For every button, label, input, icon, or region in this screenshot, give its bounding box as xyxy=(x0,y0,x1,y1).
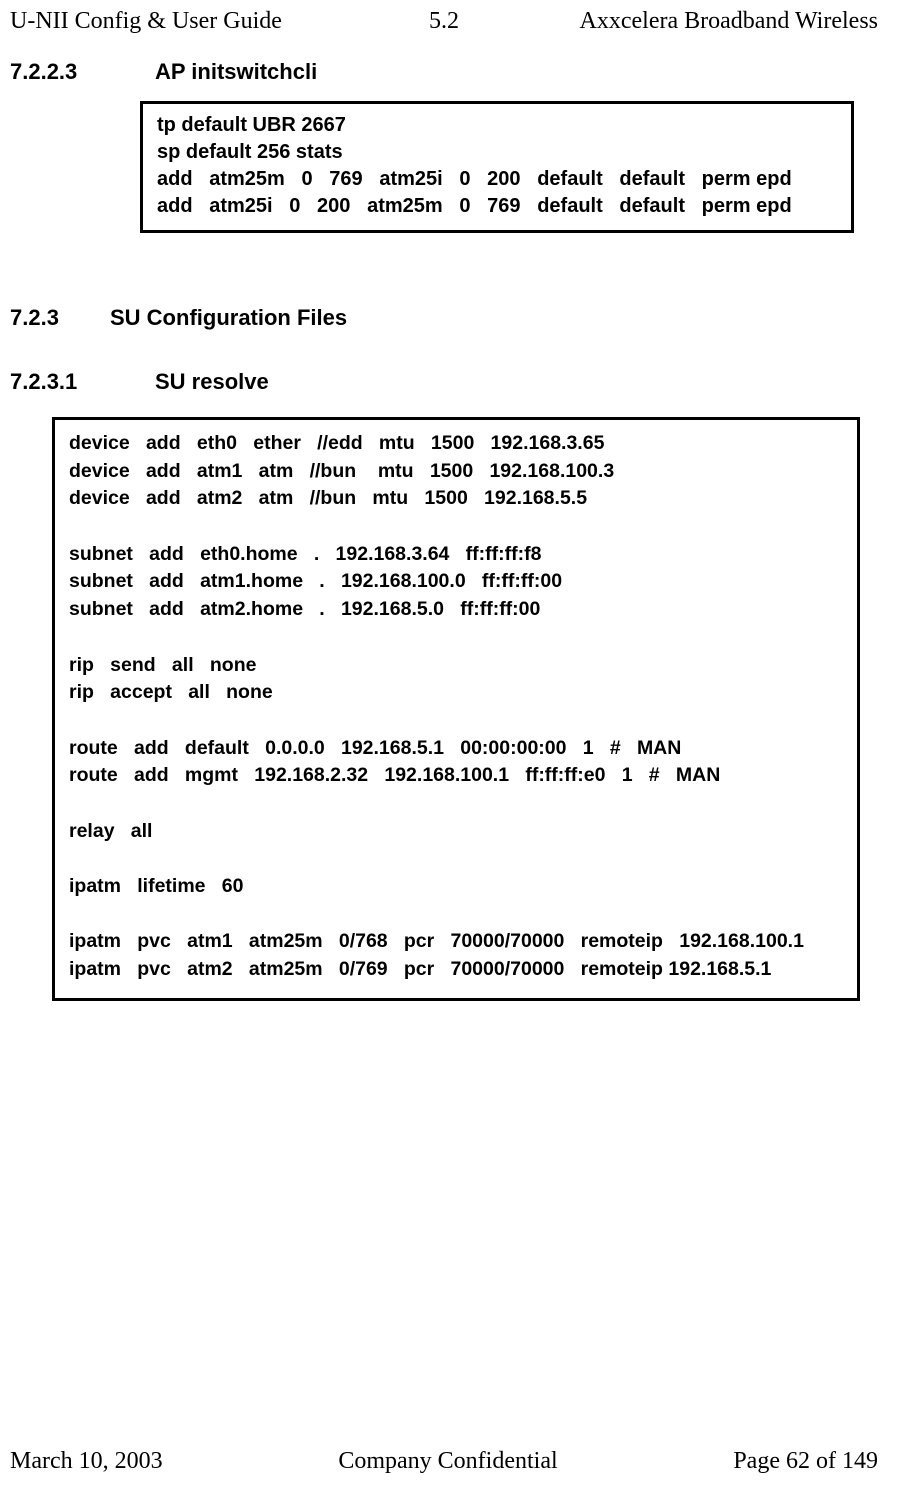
section-title: SU resolve xyxy=(155,369,269,395)
footer-date: March 10, 2003 xyxy=(10,1448,163,1475)
section-title: SU Configuration Files xyxy=(110,305,347,331)
section-title: AP initswitchcli xyxy=(155,59,317,85)
spacer xyxy=(10,233,878,305)
section-number: 7.2.3 xyxy=(10,305,110,331)
footer-confidential: Company Confidential xyxy=(338,1448,557,1475)
page: U-NII Config & User Guide 5.2 Axxcelera … xyxy=(0,0,898,1493)
header-center: 5.2 xyxy=(389,8,499,35)
section-number: 7.2.2.3 xyxy=(10,59,155,85)
code-block-su-resolve: device add eth0 ether //edd mtu 1500 192… xyxy=(52,417,860,1001)
page-header: U-NII Config & User Guide 5.2 Axxcelera … xyxy=(10,8,878,35)
footer-page-number: Page 62 of 149 xyxy=(733,1448,878,1475)
header-right: Axxcelera Broadband Wireless xyxy=(499,8,878,35)
code-block-ap-initswitchcli: tp default UBR 2667 sp default 256 stats… xyxy=(140,101,854,233)
section-heading-7-2-3: 7.2.3 SU Configuration Files xyxy=(10,305,878,331)
section-heading-7-2-3-1: 7.2.3.1 SU resolve xyxy=(10,369,878,395)
header-left: U-NII Config & User Guide xyxy=(10,8,389,35)
section-number: 7.2.3.1 xyxy=(10,369,155,395)
page-footer: March 10, 2003 Company Confidential Page… xyxy=(10,1448,878,1475)
spacer xyxy=(10,347,878,369)
section-heading-7-2-2-3: 7.2.2.3 AP initswitchcli xyxy=(10,59,878,85)
